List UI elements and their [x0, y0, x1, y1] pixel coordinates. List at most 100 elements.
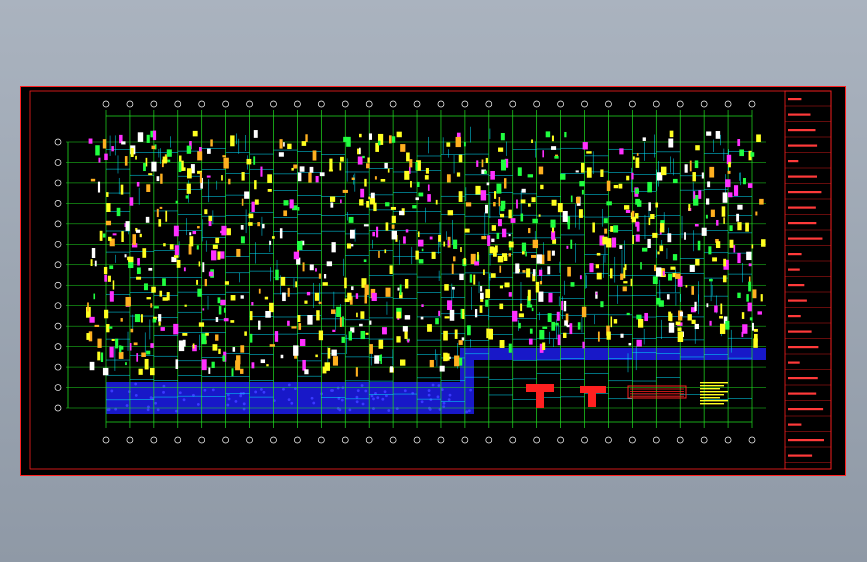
rebar-annotation-mark	[500, 132, 505, 141]
structural-floor-plan-drawing	[20, 86, 846, 476]
rebar-annotation-mark	[446, 174, 451, 183]
rebar-annotation-mark	[485, 157, 488, 164]
hatch-dot	[427, 393, 431, 397]
rebar-annotation-mark	[331, 349, 337, 356]
rebar-annotation-mark	[551, 199, 557, 206]
rebar-annotation-mark	[221, 225, 227, 236]
rebar-annotation-mark	[606, 331, 611, 340]
rebar-annotation-mark	[499, 340, 505, 348]
rebar-annotation-mark	[604, 228, 608, 234]
rebar-annotation-mark	[136, 181, 140, 187]
rebar-annotation-mark	[547, 313, 552, 323]
rebar-annotation-mark	[746, 251, 752, 261]
rebar-annotation-mark	[477, 251, 479, 260]
hatch-dot	[381, 397, 385, 401]
rebar-annotation-mark	[390, 206, 396, 210]
hatch-dot	[442, 405, 446, 409]
rebar-annotation-mark	[103, 266, 108, 275]
rebar-annotation-mark	[521, 242, 527, 252]
axis-bubble-top	[748, 100, 756, 108]
title-block-text-mark	[788, 284, 805, 287]
rebar-annotation-mark	[431, 251, 436, 259]
rebar-annotation-mark	[592, 222, 595, 233]
rebar-annotation-mark	[578, 209, 583, 218]
rebar-annotation-mark	[672, 178, 678, 184]
rebar-annotation-mark	[174, 245, 179, 255]
rebar-annotation-mark	[215, 317, 219, 323]
rebar-annotation-mark	[189, 232, 192, 236]
rebar-annotation-mark	[407, 339, 410, 343]
rebar-annotation-mark	[391, 136, 396, 143]
rebar-annotation-mark	[641, 247, 648, 252]
axis-bubble-bottom	[413, 436, 421, 444]
rebar-annotation-mark	[396, 311, 401, 319]
cad-viewport[interactable]	[20, 86, 846, 476]
axis-bubble-top	[389, 100, 397, 108]
axis-bubble-bottom	[174, 436, 182, 444]
rebar-annotation-mark	[575, 170, 579, 173]
rebar-annotation-mark	[557, 203, 563, 213]
rebar-annotation-mark	[363, 259, 367, 263]
rebar-annotation-mark	[737, 222, 742, 231]
rebar-annotation-mark	[403, 236, 406, 244]
detail-note-line	[700, 403, 724, 405]
rebar-annotation-mark	[342, 316, 344, 327]
rebar-annotation-mark	[619, 148, 624, 155]
axis-bubble-bottom	[557, 436, 564, 444]
rebar-annotation-mark	[339, 162, 342, 171]
rebar-annotation-mark	[443, 241, 446, 247]
rebar-annotation-mark	[449, 309, 455, 321]
rebar-annotation-mark	[606, 201, 612, 206]
rebar-annotation-mark	[499, 265, 502, 273]
rebar-annotation-mark	[280, 354, 284, 359]
rebar-annotation-mark	[510, 218, 516, 223]
rebar-annotation-mark	[331, 309, 336, 314]
rebar-annotation-mark	[204, 209, 208, 215]
hatch-dot	[282, 387, 285, 391]
hatch-dot	[429, 398, 433, 402]
rebar-annotation-mark	[416, 181, 420, 187]
rebar-annotation-mark	[679, 311, 684, 317]
rebar-annotation-mark	[677, 331, 684, 343]
rebar-annotation-mark	[418, 231, 420, 238]
rebar-annotation-mark	[146, 297, 151, 300]
rebar-annotation-mark	[94, 324, 100, 327]
rebar-annotation-mark	[348, 216, 354, 223]
rebar-annotation-mark	[236, 248, 241, 257]
rebar-annotation-mark	[418, 239, 424, 247]
rebar-annotation-mark	[596, 272, 602, 280]
hatch-dot	[395, 407, 399, 410]
rebar-annotation-mark	[363, 224, 369, 227]
rebar-annotation-mark	[328, 169, 333, 172]
axis-bubble-bottom	[485, 436, 493, 444]
rebar-annotation-mark	[579, 275, 582, 280]
rebar-annotation-mark	[447, 240, 450, 246]
rebar-annotation-mark	[586, 151, 592, 154]
rebar-annotation-mark	[453, 239, 458, 249]
rebar-annotation-mark	[306, 291, 311, 296]
detail-note-line	[700, 397, 720, 399]
rebar-annotation-mark	[650, 214, 655, 220]
hatch-dot	[242, 402, 246, 406]
rebar-annotation-mark	[104, 274, 107, 282]
hatch-dot	[107, 408, 111, 411]
rebar-annotation-mark	[153, 306, 159, 309]
rebar-annotation-mark	[162, 297, 168, 301]
rebar-annotation-mark	[435, 318, 439, 325]
rebar-annotation-mark	[581, 162, 585, 173]
rebar-annotation-mark	[415, 161, 418, 171]
rebar-annotation-mark	[500, 159, 507, 171]
rebar-annotation-mark	[364, 293, 367, 304]
rebar-annotation-mark	[694, 323, 699, 330]
rebar-annotation-mark	[668, 138, 674, 148]
rebar-annotation-mark	[691, 319, 696, 324]
rebar-annotation-mark	[220, 299, 226, 306]
rebar-annotation-mark	[254, 180, 257, 190]
axis-bubble-bottom	[294, 436, 301, 444]
rebar-annotation-mark	[753, 333, 758, 342]
hatched-regions	[106, 348, 766, 414]
rebar-annotation-mark	[257, 222, 260, 227]
axis-bubble-bottom	[341, 436, 349, 444]
rebar-annotation-mark	[158, 314, 162, 322]
rebar-annotation-mark	[344, 298, 350, 303]
